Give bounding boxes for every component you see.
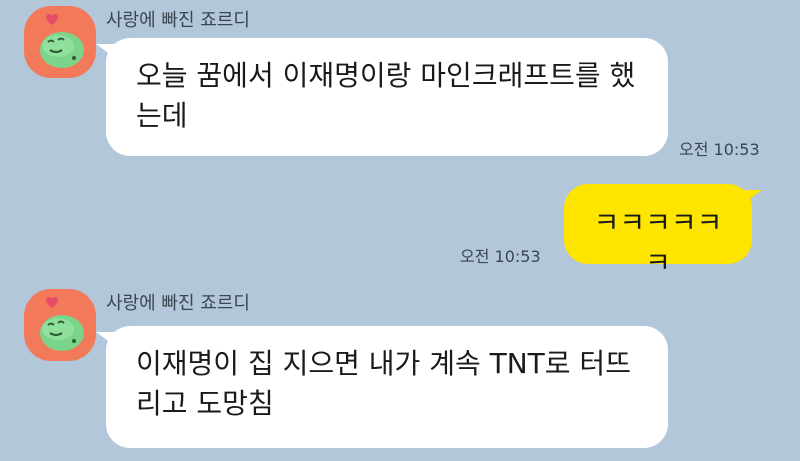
message-text: ㅋㅋㅋㅋㅋㅋ	[593, 206, 723, 279]
message-text: 오늘 꿈에서 이재명이랑 마인크래프트를 했	[136, 59, 636, 92]
message-timestamp: 오전 10:53	[679, 140, 760, 159]
message-text: 는데	[136, 99, 188, 132]
message-text: 리고 도망침	[136, 387, 274, 420]
jordy-dinosaur-icon	[40, 14, 84, 68]
message-text: 이재명이 집 지으면 내가 계속 TNT로 터뜨	[136, 347, 631, 380]
jordy-dinosaur-icon	[40, 297, 84, 351]
avatar[interactable]	[24, 289, 96, 361]
message-bubble[interactable]: 이재명이 집 지으면 내가 계속 TNT로 터뜨 리고 도망침	[96, 326, 668, 448]
message-timestamp: 오전 10:53	[460, 247, 541, 266]
avatar[interactable]	[24, 6, 96, 78]
message-bubble[interactable]: 오늘 꿈에서 이재명이랑 마인크래프트를 했 는데	[96, 38, 668, 156]
sender-name: 사랑에 빠진 죠르디	[106, 10, 250, 31]
message-bubble[interactable]: ㅋㅋㅋㅋㅋㅋ	[564, 184, 762, 279]
sender-name: 사랑에 빠진 죠르디	[106, 293, 250, 314]
